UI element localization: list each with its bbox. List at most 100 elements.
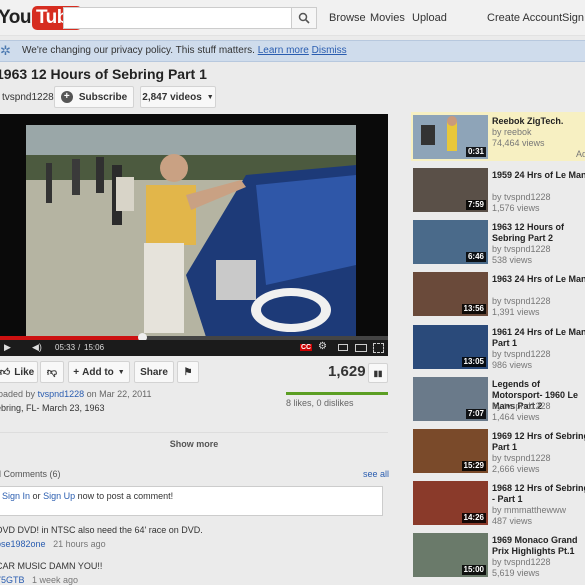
time-current: 05:33 [55, 343, 76, 352]
add-to-label: Add to [82, 366, 114, 378]
stats-bar-icon: ▮▮ [373, 368, 383, 378]
comment-text: DVD DVD! in NTSC also need the 64' race … [0, 525, 203, 535]
plus-icon: + [60, 91, 73, 103]
uploader-link[interactable]: tvspnd1228 [38, 389, 85, 399]
thumbs-down-icon: 👎︎ [46, 367, 58, 378]
add-plus-icon: + [73, 366, 80, 378]
ad-by: by reebok [492, 127, 532, 137]
sidebar-ad[interactable]: 0:31 Reebok ZigTech. by reebok 74,464 vi… [411, 112, 585, 161]
search-icon [298, 12, 310, 24]
learn-more-link[interactable]: Learn more [258, 45, 309, 56]
comment-time: 21 hours ago [53, 539, 106, 549]
subscribe-label: Subscribe [78, 91, 128, 103]
fullscreen-icon[interactable] [373, 343, 384, 353]
related-thumbnail[interactable]: 7:59 [413, 168, 488, 212]
related-channel: by tvspnd1228 [492, 244, 551, 255]
dismiss-link[interactable]: Dismiss [312, 45, 347, 56]
comment-user-link[interactable]: ose1982one [0, 539, 46, 549]
related-views: 538 views [492, 255, 533, 266]
comment-text: CAR MUSIC DAMN YOU!! [0, 561, 103, 571]
search-input[interactable] [63, 7, 291, 29]
related-thumbnail[interactable]: 7:07 [413, 376, 488, 421]
video-title: 1963 12 Hours of Sebring Part 1 [0, 66, 207, 82]
related-thumbnail[interactable]: 15:00 [413, 533, 488, 578]
related-views: 1,464 views [492, 411, 540, 422]
search-button[interactable] [291, 7, 317, 29]
volume-icon[interactable]: ◀) [32, 342, 42, 353]
like-ratio-bar [286, 392, 388, 395]
masthead: You Tube Browse Movies Upload Create Acc… [0, 0, 585, 36]
related-title[interactable]: 1961 24 Hrs of Le Mans Part 1 [492, 327, 585, 349]
related-thumbnail[interactable]: 13:05 [413, 324, 488, 369]
like-button[interactable]: 👍︎ Like [0, 361, 38, 383]
settings-gear-icon[interactable]: ⚙ [318, 341, 327, 352]
related-title[interactable]: 1963 12 Hours of Sebring Part 2 [492, 222, 585, 244]
related-views: 487 views [492, 516, 533, 527]
video-frame-image [26, 125, 356, 337]
channel-name[interactable]: tvspnd1228 [2, 92, 54, 103]
video-player[interactable]: ▶ ◀) 05:33 / 15:06 CC ⚙ [0, 114, 388, 356]
share-button[interactable]: Share [134, 361, 174, 383]
flag-button[interactable]: ⚑ [177, 361, 199, 383]
large-player-icon[interactable] [355, 344, 367, 352]
nav-movies[interactable]: Movies [370, 12, 405, 24]
player-controls: ▶ ◀) 05:33 / 15:06 CC ⚙ [0, 340, 388, 356]
dislike-button[interactable]: 👎︎ [40, 361, 64, 383]
comment-signup-link[interactable]: Sign Up [43, 491, 75, 501]
related-channel: by mmmatthewww [492, 505, 567, 516]
time-total: 15:06 [84, 343, 105, 352]
related-title[interactable]: 1969 Monaco Grand Prix Highlights Pt.1 [492, 535, 585, 557]
related-channel: by tvspnd1228 [492, 557, 551, 568]
thumbs-up-icon: 👍︎ [0, 367, 11, 378]
duration-badge: 13:05 [461, 356, 486, 367]
duration-badge: 0:31 [465, 147, 486, 157]
comment-meta: 75GTB 1 week ago [0, 575, 78, 585]
comment-meta: ose1982one 21 hours ago [0, 539, 106, 549]
related-views: 2,666 views [492, 464, 540, 474]
related-title[interactable]: 1963 24 Hrs of Le Mans [492, 274, 585, 285]
comment-signin-link[interactable]: Sign In [2, 491, 30, 501]
ad-label: Ad [576, 149, 585, 159]
ad-thumbnail[interactable]: 0:31 [413, 115, 488, 159]
ad-title[interactable]: Reebok ZigTech. [492, 116, 585, 127]
related-views: 1,391 views [492, 307, 540, 318]
comments-header: ll Comments (6) [0, 469, 61, 479]
video-count-label: 2,847 videos [142, 91, 202, 103]
play-icon[interactable]: ▶ [4, 342, 11, 353]
related-channel: by tvspnd1228 [492, 453, 551, 463]
related-views: 986 views [492, 359, 533, 370]
see-all-link[interactable]: see all [363, 469, 389, 479]
related-thumbnail[interactable]: 6:46 [413, 220, 488, 265]
related-thumbnail[interactable]: 15:29 [413, 429, 488, 473]
create-account-link[interactable]: Create Account [487, 12, 562, 24]
time-separator: / [78, 343, 81, 352]
upload-info: loaded by tvspnd1228 on Mar 22, 2011 [0, 389, 152, 399]
related-title[interactable]: 1968 12 Hrs of Sebring - Part 1 [492, 483, 585, 505]
privacy-message: We're changing our privacy policy. This … [22, 41, 347, 61]
small-player-icon[interactable] [338, 344, 348, 351]
show-more-button[interactable]: Show more [0, 432, 388, 454]
related-title[interactable]: 1959 24 Hrs of Le Mans [492, 170, 585, 181]
comment-user-link[interactable]: 75GTB [0, 575, 25, 585]
cc-icon[interactable]: CC [300, 344, 313, 351]
video-frame[interactable] [26, 125, 356, 337]
related-title[interactable]: 1969 12 Hrs of Sebring Part 1 [492, 431, 585, 453]
view-count: 1,629 [328, 363, 366, 380]
logo-you-text: You [0, 7, 31, 28]
privacy-notice-bar: ✲ We're changing our privacy policy. Thi… [0, 40, 585, 62]
nav-browse[interactable]: Browse [329, 12, 366, 24]
stats-button[interactable]: ▮▮ [368, 363, 388, 383]
related-thumbnail[interactable]: 14:26 [413, 481, 488, 526]
sign-in-link[interactable]: Sign In [562, 12, 585, 24]
add-to-chevron-icon: ▼ [117, 368, 125, 376]
duration-badge: 15:29 [461, 461, 486, 471]
nav-upload[interactable]: Upload [412, 12, 447, 24]
ad-views: 74,464 views [492, 138, 545, 148]
video-count-dropdown[interactable]: 2,847 videos ▼ [140, 86, 216, 108]
share-label: Share [140, 366, 168, 378]
related-thumbnail[interactable]: 13:56 [413, 272, 488, 317]
duration-badge: 13:56 [461, 304, 486, 315]
add-to-button[interactable]: + Add to ▼ [68, 361, 130, 383]
subscribe-button[interactable]: + Subscribe [54, 86, 134, 108]
like-label: Like [14, 366, 35, 378]
